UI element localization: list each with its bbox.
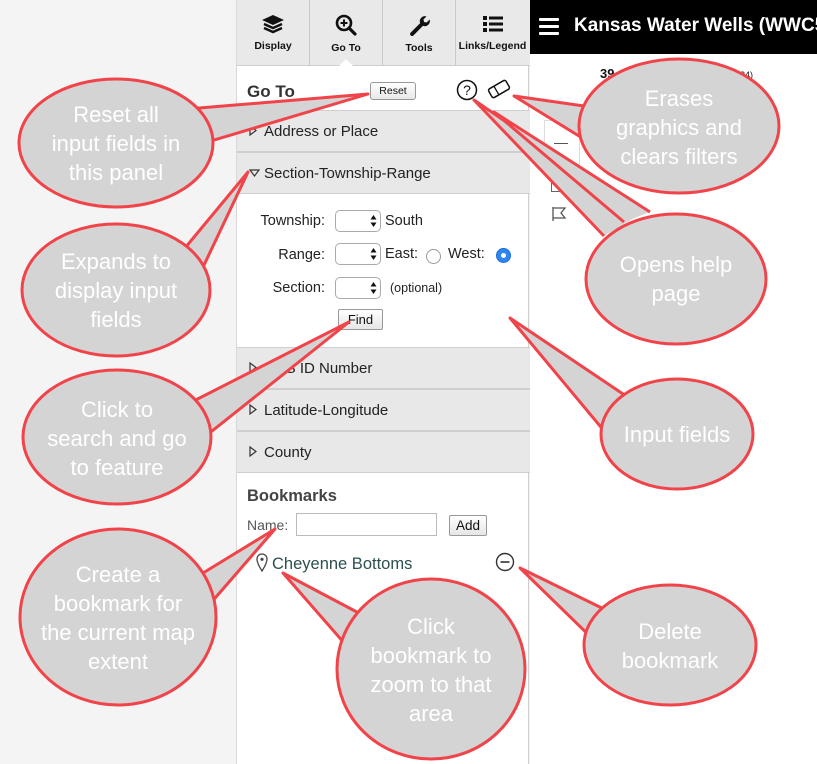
- map-header: Kansas Water Wells (WWC5): [530, 0, 817, 54]
- bookmark-name-label: Name:: [247, 517, 289, 533]
- hamburger-menu-icon[interactable]: [539, 18, 559, 39]
- goto-panel-title: Go To: [247, 82, 295, 101]
- bookmark-add-button[interactable]: Add: [449, 515, 487, 536]
- range-east-radio[interactable]: [426, 249, 441, 264]
- map-text-fragment: 39: [600, 66, 615, 81]
- chevron-right-icon: [249, 362, 257, 373]
- section-county-label: County: [264, 444, 312, 461]
- section-str-label: Section-Township-Range: [264, 165, 431, 182]
- section-select[interactable]: [335, 277, 381, 299]
- wrench-icon: [410, 16, 430, 36]
- toolbar-display-button[interactable]: Display: [237, 0, 310, 66]
- reset-button[interactable]: Reset: [370, 82, 416, 100]
- svg-text:?: ?: [463, 82, 471, 98]
- toolbar-goto-button[interactable]: Go To: [310, 0, 383, 67]
- stepper-arrows-icon: [370, 248, 377, 260]
- township-select[interactable]: [335, 210, 381, 232]
- eraser-icon[interactable]: [486, 79, 512, 99]
- side-panel: Display Go To Tools Links/Legend Go To R…: [236, 0, 530, 764]
- section-county-header[interactable]: County: [237, 431, 530, 473]
- chevron-right-icon: [249, 404, 257, 415]
- section-kgs-label: KGS ID Number: [264, 360, 373, 377]
- section-address-label: Address or Place: [264, 123, 379, 140]
- toolbar-links-legend-button[interactable]: Links/Legend: [456, 0, 529, 66]
- app-title: Kansas Water Wells (WWC5): [574, 15, 817, 36]
- zoom-in-icon: [335, 14, 357, 36]
- map-area[interactable]: Kansas Water Wells (WWC5) 39 384): [530, 0, 817, 764]
- zoom-control[interactable]: [544, 120, 580, 165]
- map-pin-icon: [256, 553, 268, 573]
- remove-circle-icon[interactable]: [495, 552, 515, 572]
- toolbar-goto-label: Go To: [331, 42, 361, 54]
- section-str-header[interactable]: Section-Township-Range: [237, 152, 530, 194]
- flag-icon[interactable]: [551, 206, 567, 222]
- stepper-arrows-icon: [370, 215, 377, 227]
- find-button[interactable]: Find: [338, 309, 383, 330]
- stepper-arrows-icon: [370, 282, 377, 294]
- range-west-label: West:: [448, 246, 485, 262]
- range-select[interactable]: [335, 243, 381, 265]
- range-label: Range:: [278, 247, 325, 263]
- bookmarks-title: Bookmarks: [247, 487, 337, 505]
- panel-toolbar: Display Go To Tools Links/Legend: [237, 0, 530, 67]
- screenshot-stage: Display Go To Tools Links/Legend Go To R…: [0, 0, 817, 764]
- township-suffix: South: [385, 213, 423, 229]
- section-label: Section:: [272, 280, 325, 296]
- toolbar-display-label: Display: [254, 40, 292, 52]
- map-text-fragment: 384): [735, 70, 754, 80]
- chevron-down-icon: [249, 169, 260, 177]
- section-latlon-label: Latitude-Longitude: [264, 402, 389, 419]
- range-east-label: East:: [385, 246, 419, 262]
- list-icon: [482, 16, 503, 32]
- section-address-header[interactable]: Address or Place: [237, 110, 530, 152]
- toolbar-tools-button[interactable]: Tools: [383, 0, 456, 66]
- select-tool-icon[interactable]: [551, 180, 563, 192]
- help-icon[interactable]: ?: [456, 79, 478, 101]
- chevron-right-icon: [249, 446, 257, 457]
- toolbar-tools-label: Tools: [405, 42, 433, 54]
- bookmark-name-input[interactable]: [296, 513, 437, 536]
- toolbar-links-legend-label: Links/Legend: [458, 40, 527, 52]
- section-optional-note: (optional): [390, 281, 443, 295]
- layers-icon: [262, 15, 284, 34]
- chevron-right-icon: [249, 125, 257, 136]
- section-latlon-header[interactable]: Latitude-Longitude: [237, 389, 530, 431]
- range-west-radio[interactable]: [496, 248, 511, 263]
- background-left: [0, 0, 236, 764]
- bookmark-item-link[interactable]: Cheyenne Bottoms: [272, 555, 412, 574]
- township-label: Township:: [260, 213, 325, 229]
- section-kgs-header[interactable]: KGS ID Number: [237, 347, 530, 389]
